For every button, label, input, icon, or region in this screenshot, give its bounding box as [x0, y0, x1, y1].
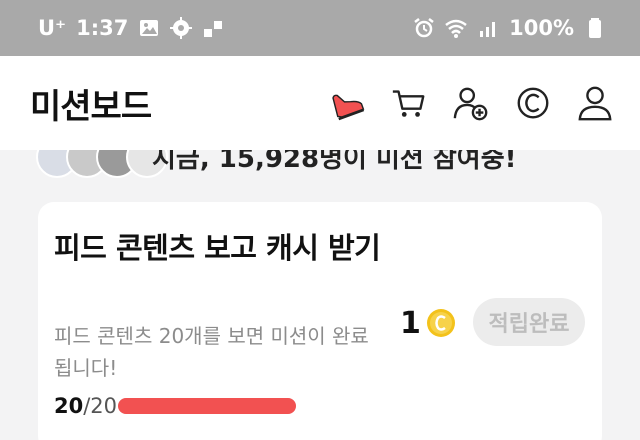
page-title: 미션보드 — [30, 86, 152, 127]
alarm-icon — [413, 17, 435, 39]
mission-title: 피드 콘텐츠 보고 캐시 받기 — [54, 231, 381, 265]
add-user-icon[interactable] — [450, 82, 492, 124]
clock: 1:37 — [76, 16, 129, 40]
battery-percent: 100% — [509, 16, 574, 40]
carrier-label: U⁺ — [38, 16, 67, 40]
mission-description: 피드 콘텐츠 20개를 보면 미션이 완료됩니다! — [54, 324, 369, 380]
cash-icon[interactable] — [512, 82, 554, 124]
status-bar: U⁺ 1:37 100% — [0, 0, 640, 56]
participants-count-text: 지금, 15,928명이 미션 참여중! — [152, 150, 517, 174]
cart-icon[interactable] — [388, 82, 430, 124]
progress-bar-fill — [118, 398, 296, 414]
progress-counter: 20/20 — [54, 394, 117, 418]
coin-icon — [427, 309, 455, 337]
wifi-icon — [445, 17, 467, 39]
header-actions — [326, 82, 616, 124]
status-right: 100% — [413, 16, 606, 40]
reward-amount: 1 — [400, 306, 421, 341]
progress-current: 20 — [54, 394, 84, 418]
signal-icon — [477, 17, 499, 39]
progress-bar — [118, 398, 296, 414]
battery-icon — [584, 17, 606, 39]
data-transfer-icon — [202, 17, 224, 39]
participant-avatars — [36, 150, 168, 178]
mission-card[interactable]: 피드 콘텐츠 보고 캐시 받기 피드 콘텐츠 20개를 보면 미션이 완료됩니다… — [38, 202, 602, 440]
participants-banner: 지금, 15,928명이 미션 참여중! — [0, 150, 640, 190]
progress-total: /20 — [83, 394, 118, 418]
sneaker-icon[interactable] — [326, 82, 368, 124]
settings-icon — [170, 17, 193, 39]
app-header: 미션보드 — [0, 56, 640, 150]
status-left: U⁺ 1:37 — [38, 16, 224, 40]
gallery-icon — [138, 17, 160, 39]
claim-complete-button[interactable]: 적립완료 — [473, 298, 585, 346]
profile-icon[interactable] — [574, 82, 616, 124]
